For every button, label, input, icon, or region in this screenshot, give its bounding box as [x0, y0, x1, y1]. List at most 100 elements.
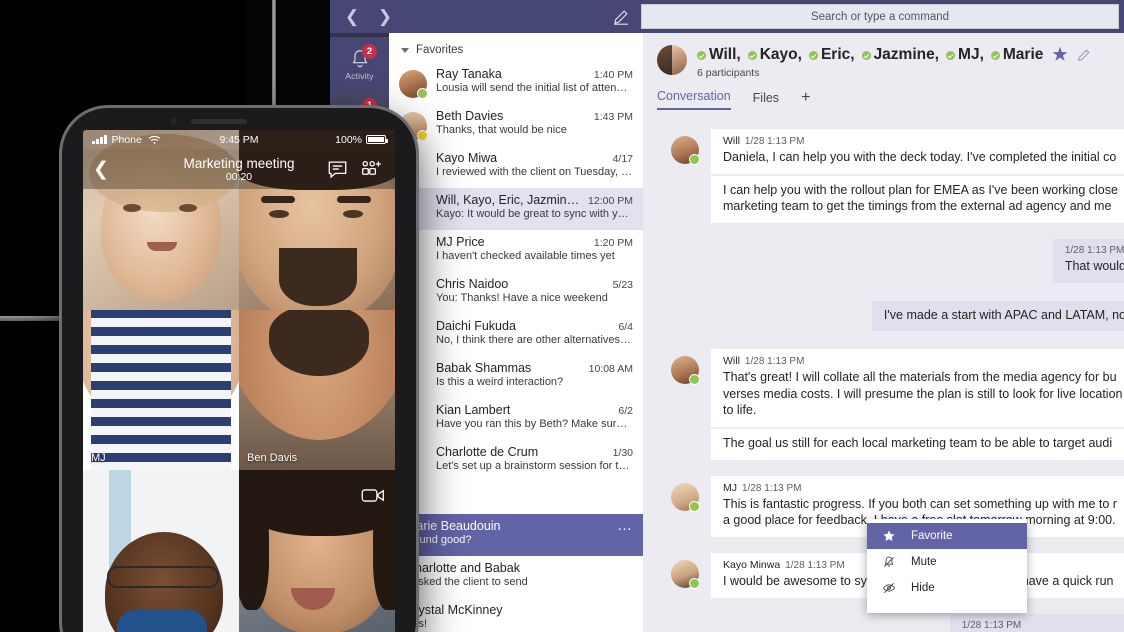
add-participants-icon[interactable] — [361, 160, 383, 179]
chat-row-container: Ray Tanaka 1:40 PM Lousia will send the in… — [389, 62, 643, 482]
list-item[interactable]: Kayo Miwa 4/17 I reviewed with the client … — [389, 146, 643, 188]
list-item-time: 5/23 — [612, 279, 633, 291]
forward-button[interactable]: ❯ — [377, 8, 393, 25]
video-tile-bottom-right[interactable] — [239, 470, 395, 632]
message-author: Kayo Minwa — [723, 558, 781, 571]
list-item-preview: I reviewed with the client on Tuesday, s… — [436, 166, 633, 178]
video-tile-mid-right[interactable]: Ben Davis — [239, 310, 395, 470]
sidebar-item-activity-label: Activity — [345, 70, 374, 81]
presence-available-icon — [808, 50, 818, 60]
participant-name: Kayo, — [747, 46, 802, 64]
phone-call-header: ❮ Marketing meeting 00:20 — [83, 149, 395, 189]
list-item-title: Marie Beaudouin — [406, 519, 501, 533]
tab-files[interactable]: Files — [753, 91, 779, 110]
message-bubble[interactable]: 1/28 1:13 PMWill do Kayo. I've sent a me… — [949, 613, 1124, 632]
list-item-preview: Yes! — [406, 618, 428, 630]
menu-item-hide[interactable]: Hide — [867, 575, 1027, 601]
list-item-preview: I asked the client to send — [406, 576, 528, 588]
message-group: Will 1/28 1:13 PM Daniela, I can help you … — [643, 129, 1124, 223]
navigation-arrows: ❮ ❯ — [344, 8, 393, 25]
avatar — [671, 482, 700, 512]
message-bubble[interactable]: I can help you with the rollout plan for… — [711, 175, 1124, 223]
list-item-time: 4/17 — [612, 153, 633, 165]
list-item[interactable]: Beth Davies 1:43 PM Thanks, that would be … — [389, 104, 643, 146]
message-author: Will — [723, 355, 740, 368]
avatar — [399, 70, 428, 99]
group-avatar — [657, 45, 687, 75]
list-item-preview: Thanks, that would be nice — [436, 124, 567, 136]
list-item[interactable]: Ray Tanaka 1:40 PM Lousia will send the in… — [389, 62, 643, 104]
star-icon[interactable]: ★ — [1052, 45, 1067, 65]
favorites-section-header[interactable]: Favorites — [389, 33, 643, 62]
list-item[interactable]: Charlotte de Crum 1/30 Let's set up a brai… — [389, 440, 643, 482]
menu-item-mute[interactable]: Mute — [867, 549, 1027, 575]
more-options-icon[interactable]: … — [617, 518, 633, 533]
message-text: marketing team to get the timings from t… — [723, 199, 1112, 214]
list-item[interactable]: Daichi Fukuda 6/4 No, I think there are ot… — [389, 314, 643, 356]
list-item[interactable]: Chris Naidoo 5/23 You: Thanks! Have a nice… — [389, 272, 643, 314]
list-item[interactable]: Kian Lambert 6/2 Have you ran this by Beth… — [389, 398, 643, 440]
message-bubble[interactable]: Will 1/28 1:13 PM That's great! I will col… — [711, 349, 1124, 427]
message-text: The goal us still for each local marketi… — [723, 436, 1113, 450]
plus-icon[interactable]: + — [801, 89, 810, 110]
list-item[interactable]: Charlotte and Babak I asked the client to… — [389, 556, 643, 598]
message-bubble[interactable]: Will 1/28 1:13 PM Daniela, I can help you … — [711, 129, 1124, 174]
message-bubble[interactable]: The goal us still for each local marketi… — [711, 429, 1124, 460]
message-text: verses media costs. I will presume the p… — [723, 386, 1123, 401]
search-input[interactable]: Search or type a command — [641, 4, 1119, 29]
sidebar-item-activity[interactable]: Activity 2 — [330, 37, 389, 91]
message-bubble[interactable]: 1/28 1:13 PM That would — [1052, 238, 1124, 283]
avatar — [671, 356, 700, 386]
presence-available-icon — [946, 50, 956, 60]
list-item-title: Daichi Fukuda — [436, 319, 516, 333]
title-bar: ❮ ❯ Search or type a command — [330, 0, 1124, 33]
partial-text: nt — [389, 502, 643, 514]
phone-front-camera — [170, 118, 177, 125]
compose-message-icon[interactable] — [612, 8, 630, 26]
list-item-title: MJ Price — [436, 235, 485, 249]
message-author: Will — [723, 135, 740, 147]
list-item-time: 12:00 PM — [588, 195, 633, 207]
list-item-time: 1/30 — [612, 447, 633, 459]
video-tile-mid-left[interactable]: MJ — [83, 310, 239, 470]
presence-away-icon — [417, 130, 428, 141]
presence-available-icon — [689, 374, 700, 386]
list-item[interactable]: Babak Shammas 10:08 AM Is this a weird int… — [389, 356, 643, 398]
menu-item-hide-label: Hide — [911, 582, 935, 594]
tab-conversation[interactable]: Conversation — [657, 89, 731, 110]
phone-speaker — [191, 119, 247, 124]
list-item-title: Kayo Miwa — [436, 151, 498, 165]
conversation-header: Will, Kayo, Eric, Jazmine, MJ, Marie ★ 6 parti… — [643, 33, 1124, 110]
list-item-time: 1:43 PM — [593, 111, 633, 123]
search-placeholder: Search or type a command — [810, 10, 950, 23]
phone-screen: MJ Ben Davis Phone 9:45 PM 100% ❮ Market… — [83, 130, 395, 632]
list-item[interactable]: Krystal McKinney Yes! — [389, 598, 643, 632]
video-tile-label-mj: MJ — [91, 452, 106, 464]
list-item[interactable]: Will, Kayo, Eric, Jazmine, +2 12:00 PM Kay… — [389, 188, 643, 230]
message-author: MJ — [723, 481, 737, 494]
conversation-tabs: Conversation Files + — [657, 89, 1124, 110]
chat-context-menu[interactable]: Favorite Mute Hide — [867, 519, 1027, 613]
list-item-preview: Let's set up a brainstorm session for to… — [436, 460, 633, 472]
chat-list[interactable]: Favorites Ray Tanaka 1:40 PM Lousia will s… — [389, 33, 643, 632]
presence-available-icon — [697, 50, 706, 60]
message-bubble[interactable]: I've made a start with APAC and LATAM, n… — [871, 300, 1124, 332]
video-tile-bottom-left[interactable] — [83, 470, 239, 632]
participant-name: Eric, — [808, 46, 855, 64]
list-item-title: Babak Shammas — [436, 361, 532, 375]
participant-name: Will, — [697, 46, 741, 64]
list-item-preview: You: Thanks! Have a nice weekend — [436, 292, 608, 304]
list-item-preview: Lousia will send the initial list of att… — [436, 82, 633, 94]
list-item-time: 1:40 PM — [593, 69, 633, 81]
list-item[interactable]: Marie Beaudouin … Sound good? — [389, 514, 643, 556]
list-item[interactable]: MJ Price 1:20 PM I haven't checked availab… — [389, 230, 643, 272]
list-item-time: 6/4 — [618, 321, 633, 333]
video-camera-icon[interactable] — [361, 486, 385, 505]
back-button[interactable]: ❮ — [344, 8, 360, 25]
chat-bubble-icon[interactable] — [327, 160, 348, 179]
favorites-label: Favorites — [416, 44, 464, 56]
pencil-icon[interactable] — [1077, 48, 1091, 62]
menu-item-favorite[interactable]: Favorite — [867, 523, 1027, 549]
presence-available-icon — [689, 577, 700, 589]
